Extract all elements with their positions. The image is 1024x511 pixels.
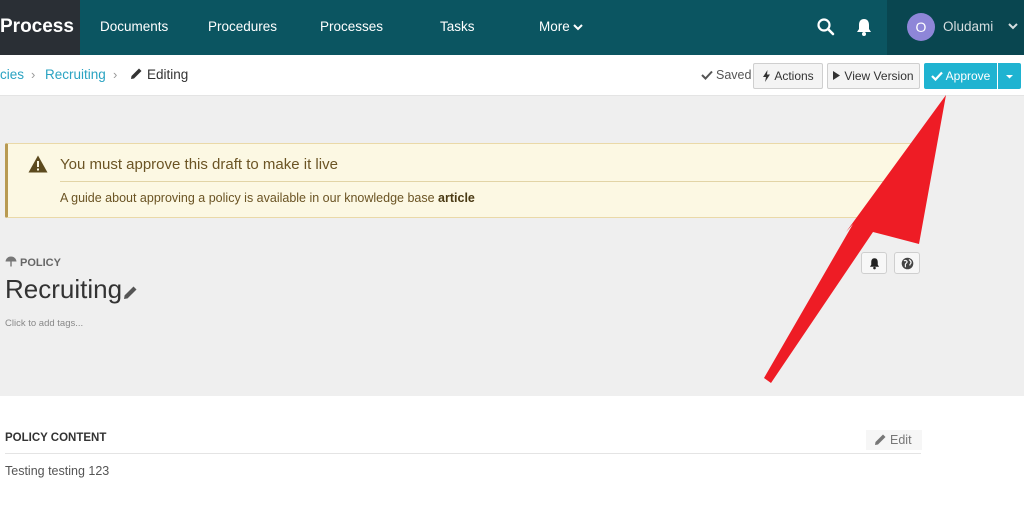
approve-label: Approve [945, 69, 991, 83]
page-title: Recruiting [5, 274, 123, 304]
brand-logo[interactable]: Process [0, 0, 80, 55]
chevron-down-icon [573, 24, 583, 31]
alert-text-body: A guide about approving a policy is avai… [60, 191, 435, 205]
alert-title: You must approve this draft to make it l… [60, 156, 338, 173]
pencil-icon [875, 434, 886, 445]
bell-icon[interactable] [854, 17, 874, 37]
breadcrumb-separator: › [113, 67, 118, 82]
search-icon[interactable] [816, 17, 836, 37]
breadcrumb-policies[interactable]: cies [0, 55, 24, 95]
content-body: Testing testing 123 [5, 464, 110, 478]
content-divider [5, 453, 921, 454]
breadcrumb-current: Editing [130, 55, 188, 95]
view-version-label: View Version [844, 69, 914, 83]
nav-processes[interactable]: Processes [320, 0, 383, 55]
alert-divider [60, 181, 916, 182]
document-type-label: POLICY [20, 257, 61, 269]
approval-alert: You must approve this draft to make it l… [5, 143, 921, 218]
breadcrumb-recruiting[interactable]: Recruiting [45, 55, 106, 95]
tags-input[interactable]: Click to add tags... [5, 318, 83, 329]
umbrella-icon [5, 256, 17, 267]
content-heading: POLICY CONTENT [5, 432, 107, 444]
actions-button[interactable]: Actions [753, 63, 823, 89]
actions-label: Actions [774, 69, 814, 83]
user-name: Oludami [943, 19, 994, 34]
globe-icon [901, 257, 914, 270]
bolt-icon [763, 70, 771, 82]
top-nav: Process Documents Procedures Processes T… [0, 0, 1024, 55]
edit-title-icon[interactable] [123, 285, 138, 305]
breadcrumb-separator: › [31, 67, 36, 82]
view-version-button[interactable]: View Version [827, 63, 920, 89]
play-icon [833, 71, 841, 80]
notifications-toggle-button[interactable] [861, 252, 887, 274]
breadcrumb-current-label: Editing [147, 67, 189, 82]
breadcrumb: cies › Recruiting › Editing Saved Action… [0, 55, 1024, 96]
check-icon [701, 70, 713, 80]
approve-button[interactable]: Approve [924, 63, 997, 89]
document-type: POLICY [5, 256, 61, 269]
pencil-icon [131, 68, 142, 79]
edit-content-button[interactable]: Edit [866, 430, 922, 450]
nav-more[interactable]: More [539, 0, 583, 55]
alert-text: A guide about approving a policy is avai… [60, 191, 475, 205]
warning-icon [28, 155, 48, 173]
avatar: O [907, 13, 935, 41]
chevron-down-icon [1008, 23, 1018, 30]
visibility-button[interactable] [894, 252, 920, 274]
nav-more-label: More [539, 19, 570, 34]
nav-documents[interactable]: Documents [100, 0, 168, 55]
user-menu[interactable]: O Oludami [887, 0, 1024, 55]
nav-tasks[interactable]: Tasks [440, 0, 475, 55]
caret-down-icon [1006, 75, 1013, 79]
document-header [0, 96, 1024, 396]
knowledge-base-article-link[interactable]: article [438, 191, 475, 205]
save-status-label: Saved [716, 68, 752, 82]
approve-dropdown-button[interactable] [998, 63, 1021, 89]
save-status: Saved [701, 55, 751, 95]
nav-procedures[interactable]: Procedures [208, 0, 277, 55]
bell-icon [869, 258, 880, 270]
edit-content-label: Edit [890, 433, 912, 447]
check-icon [930, 71, 943, 82]
